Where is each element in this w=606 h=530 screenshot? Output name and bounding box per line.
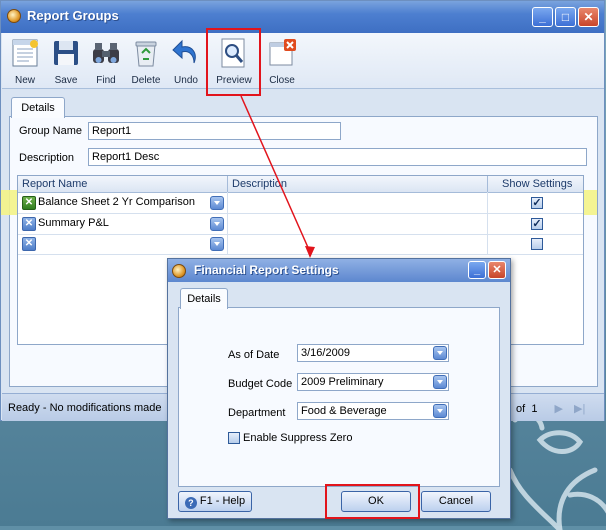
budget-code-select[interactable]: 2009 Preliminary bbox=[297, 373, 449, 391]
help-button-label: F1 - Help bbox=[199, 495, 246, 507]
group-name-field[interactable]: Report1 bbox=[88, 122, 341, 140]
chevron-down-icon[interactable] bbox=[210, 196, 224, 210]
table-row[interactable]: ✕ Balance Sheet 2 Yr Comparison ✓ bbox=[18, 193, 583, 214]
suppress-zero-label[interactable]: Enable Suppress Zero bbox=[243, 432, 352, 444]
col-separator[interactable] bbox=[487, 176, 488, 192]
delete-row-icon[interactable]: ✕ bbox=[22, 217, 36, 231]
tab-details[interactable]: Details bbox=[180, 288, 228, 309]
dialog-title: Financial Report Settings bbox=[194, 263, 339, 277]
as-of-date-label: As of Date bbox=[228, 349, 280, 361]
as-of-date-value: 3/16/2009 bbox=[301, 347, 350, 359]
app-icon bbox=[172, 264, 186, 278]
undo-arrow-icon bbox=[172, 39, 196, 64]
cancel-button[interactable]: Cancel bbox=[421, 491, 491, 512]
col-header-description[interactable]: Description bbox=[232, 178, 287, 190]
last-page-icon[interactable]: ▶| bbox=[574, 403, 585, 415]
title-bar[interactable]: Report Groups _ □ ✕ bbox=[1, 1, 604, 33]
department-value: Food & Beverage bbox=[301, 405, 387, 417]
suppress-zero-checkbox[interactable] bbox=[228, 432, 240, 444]
department-select[interactable]: Food & Beverage bbox=[297, 402, 449, 420]
chevron-down-icon[interactable] bbox=[210, 237, 224, 251]
group-name-label: Group Name bbox=[19, 125, 82, 137]
show-settings-checkbox[interactable]: ✓ bbox=[531, 218, 543, 230]
minimize-button[interactable]: _ bbox=[468, 261, 486, 279]
department-label: Department bbox=[228, 407, 286, 419]
close-window-button[interactable]: ✕ bbox=[578, 7, 599, 27]
minimize-button[interactable]: _ bbox=[532, 7, 553, 27]
col-separator[interactable] bbox=[227, 176, 228, 192]
app-icon bbox=[7, 9, 21, 23]
delete-button[interactable]: Delete bbox=[126, 35, 166, 87]
delete-row-icon[interactable]: ✕ bbox=[22, 237, 36, 251]
report-name-cell[interactable]: Summary P&L bbox=[38, 217, 109, 229]
delete-label: Delete bbox=[131, 75, 161, 86]
budget-code-value: 2009 Preliminary bbox=[301, 376, 384, 388]
pager: of 1 ▶ ▶| bbox=[516, 402, 585, 415]
chevron-down-icon[interactable] bbox=[433, 404, 447, 418]
binoculars-icon bbox=[93, 43, 119, 63]
tab-details[interactable]: Details bbox=[11, 97, 65, 118]
window-title: Report Groups bbox=[27, 8, 119, 23]
delete-row-icon[interactable]: ✕ bbox=[22, 196, 36, 210]
chevron-down-icon[interactable] bbox=[210, 217, 224, 231]
close-label: Close bbox=[269, 75, 295, 86]
undo-button[interactable]: Undo bbox=[166, 35, 206, 87]
save-button[interactable]: Save bbox=[46, 35, 86, 87]
new-button[interactable]: New bbox=[5, 35, 45, 87]
undo-label: Undo bbox=[174, 75, 198, 86]
maximize-button[interactable]: □ bbox=[555, 7, 576, 27]
help-button[interactable]: ? F1 - Help bbox=[178, 491, 252, 512]
col-header-report-name[interactable]: Report Name bbox=[22, 178, 87, 190]
next-page-icon[interactable]: ▶ bbox=[555, 403, 563, 415]
col-header-show-settings[interactable]: Show Settings bbox=[502, 178, 572, 190]
show-settings-checkbox[interactable] bbox=[531, 238, 543, 250]
close-window-icon bbox=[269, 39, 296, 66]
dialog-title-bar[interactable]: Financial Report Settings _ ✕ bbox=[168, 259, 510, 282]
report-name-cell[interactable]: Balance Sheet 2 Yr Comparison bbox=[38, 196, 195, 208]
grid-header: Report Name Description Show Settings bbox=[18, 176, 583, 193]
close-button[interactable]: Close bbox=[262, 35, 302, 87]
budget-code-label: Budget Code bbox=[228, 378, 293, 390]
help-icon: ? bbox=[184, 497, 197, 509]
close-dialog-button[interactable]: ✕ bbox=[488, 261, 506, 279]
save-label: Save bbox=[54, 75, 78, 86]
as-of-date-field[interactable]: 3/16/2009 bbox=[297, 344, 449, 362]
new-document-icon bbox=[12, 39, 38, 67]
find-button[interactable]: Find bbox=[86, 35, 126, 87]
pager-of-label: of bbox=[516, 403, 526, 415]
table-row[interactable]: ✕ Summary P&L ✓ bbox=[18, 214, 583, 235]
financial-report-settings-dialog: Financial Report Settings _ ✕ Details As… bbox=[167, 258, 511, 519]
find-label: Find bbox=[96, 75, 116, 86]
ok-annotation-box bbox=[325, 484, 420, 519]
recycle-bin-icon bbox=[135, 41, 157, 67]
floppy-disk-icon bbox=[54, 41, 78, 65]
pager-total: 1 bbox=[531, 403, 538, 415]
dialog-tab-body bbox=[178, 307, 500, 487]
show-settings-checkbox[interactable]: ✓ bbox=[531, 197, 543, 209]
table-row[interactable]: ✕ bbox=[18, 234, 583, 255]
status-text: Ready - No modifications made bbox=[8, 402, 162, 414]
description-label: Description bbox=[19, 152, 75, 164]
new-label: New bbox=[14, 75, 35, 86]
chevron-down-icon[interactable] bbox=[433, 346, 447, 360]
description-field[interactable]: Report1 Desc bbox=[88, 148, 587, 166]
preview-annotation-box bbox=[206, 28, 261, 96]
toolbar: New Save Find Delete Undo Preview Close bbox=[2, 33, 604, 89]
chevron-down-icon[interactable] bbox=[433, 375, 447, 389]
